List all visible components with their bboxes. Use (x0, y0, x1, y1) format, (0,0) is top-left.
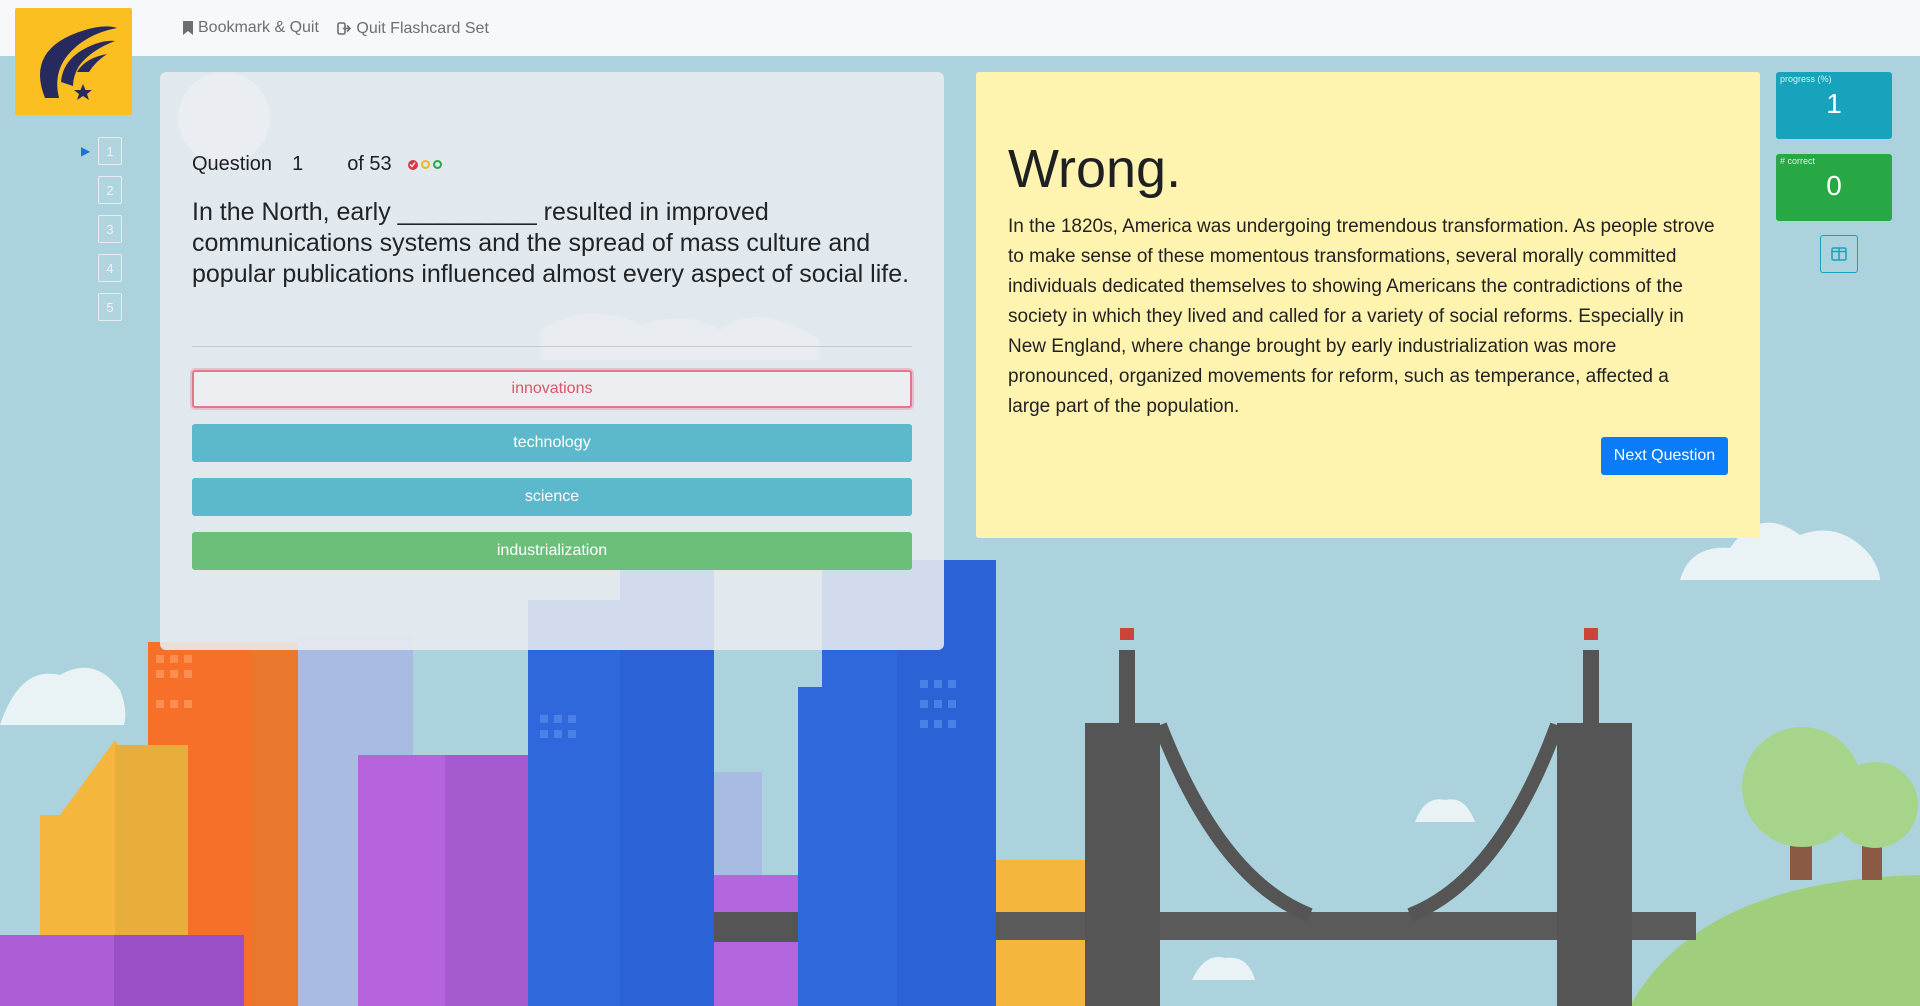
divider (192, 346, 912, 347)
correct-stat: # correct 0 (1776, 154, 1892, 221)
next-question-button[interactable]: Next Question (1601, 437, 1728, 475)
question-card: Question 1 of 53 In the North, early ___… (160, 72, 944, 650)
quit-flashcard-link[interactable]: Quit Flashcard Set (337, 20, 489, 38)
triangle-right-icon: ▶ (81, 144, 91, 158)
question-label: Question (192, 153, 273, 175)
question-header: Question 1 of 53 (192, 153, 442, 176)
answer-option[interactable]: technology (192, 424, 912, 462)
bookmark-icon (183, 21, 193, 35)
logo-icon (40, 26, 117, 100)
layout-toggle-button[interactable] (1820, 235, 1858, 273)
progress-stat: progress (%) 1 (1776, 72, 1892, 139)
question-list-item[interactable]: 4 (98, 254, 124, 282)
bookmark-quit-link[interactable]: Bookmark & Quit (183, 19, 319, 37)
answer-option[interactable]: science (192, 478, 912, 516)
question-number-current: 1 (292, 153, 304, 175)
question-list-item[interactable]: ▶ 1 (81, 137, 124, 165)
pending-dot-icon (432, 160, 442, 169)
answer-option-wrong[interactable]: innovations (192, 370, 912, 408)
question-text: In the North, early __________ resulted … (192, 198, 910, 288)
feedback-panel: Wrong. In the 1820s, America was undergo… (976, 72, 1760, 538)
attempt-indicators (407, 159, 442, 170)
question-list-item[interactable]: 5 (98, 293, 124, 321)
question-number[interactable]: 2 (98, 176, 122, 204)
nav-links: Bookmark & Quit Quit Flashcard Set (183, 19, 503, 40)
columns-icon (1831, 247, 1847, 261)
quit-flashcard-label: Quit Flashcard Set (356, 19, 489, 37)
wrong-check-icon (407, 159, 418, 170)
pending-dot-icon (420, 160, 430, 169)
site-logo[interactable] (15, 8, 132, 115)
question-list-item[interactable]: 2 (98, 176, 124, 204)
feedback-title: Wrong. (1008, 139, 1182, 199)
question-list: ▶ 1 2 3 4 5 (80, 137, 124, 332)
feedback-explanation: In the 1820s, America was undergoing tre… (1008, 216, 1715, 417)
question-list-item[interactable]: 3 (98, 215, 124, 243)
question-number[interactable]: 5 (98, 293, 122, 321)
answer-option-correct[interactable]: industrialization (192, 532, 912, 570)
question-number[interactable]: 1 (98, 137, 122, 165)
question-number[interactable]: 3 (98, 215, 122, 243)
progress-label: progress (%) (1780, 74, 1832, 84)
correct-value: 0 (1826, 170, 1842, 201)
top-navbar: Bookmark & Quit Quit Flashcard Set (0, 0, 1920, 56)
bookmark-quit-label: Bookmark & Quit (198, 19, 319, 36)
correct-label: # correct (1780, 156, 1816, 166)
question-number[interactable]: 4 (98, 254, 122, 282)
progress-value: 1 (1826, 88, 1842, 119)
sign-out-icon (337, 22, 352, 35)
question-total: of 53 (347, 153, 392, 175)
